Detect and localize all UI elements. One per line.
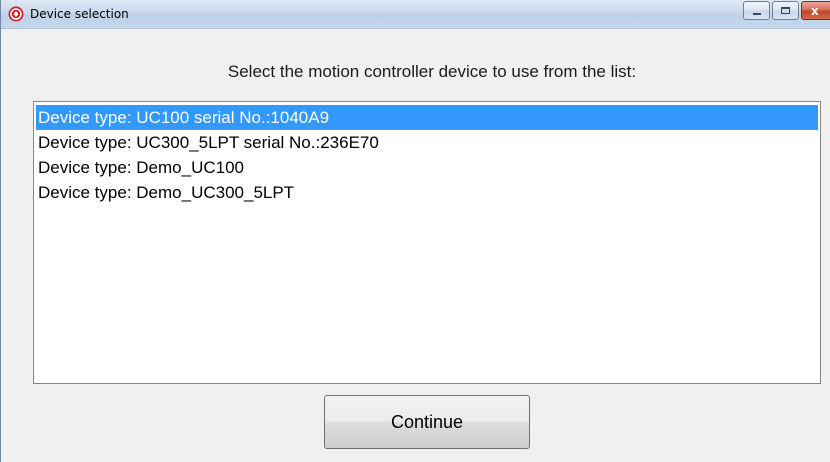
continue-button[interactable]: Continue (324, 395, 530, 449)
app-icon (8, 6, 24, 22)
device-list-item[interactable]: Device type: UC300_5LPT serial No.:236E7… (36, 130, 818, 155)
close-icon: x (811, 4, 819, 18)
device-list-item[interactable]: Device type: UC100 serial No.:1040A9 (36, 105, 818, 130)
minimize-button[interactable] (743, 1, 770, 20)
instruction-label: Select the motion controller device to u… (1, 62, 830, 82)
device-list-item[interactable]: Device type: Demo_UC300_5LPT (36, 180, 818, 205)
device-listbox[interactable]: Device type: UC100 serial No.:1040A9 Devi… (33, 101, 821, 384)
minimize-icon (753, 13, 761, 15)
window-title: Device selection (30, 7, 129, 21)
title-bar[interactable]: Device selection x (1, 0, 830, 29)
device-selection-window: Device selection x Select the motion con… (0, 0, 830, 462)
device-list-item[interactable]: Device type: Demo_UC100 (36, 155, 818, 180)
instruction-text: Select the motion controller device to u… (227, 62, 637, 81)
close-button[interactable]: x (801, 1, 830, 20)
maximize-button[interactable] (772, 1, 799, 20)
maximize-icon (781, 7, 790, 14)
